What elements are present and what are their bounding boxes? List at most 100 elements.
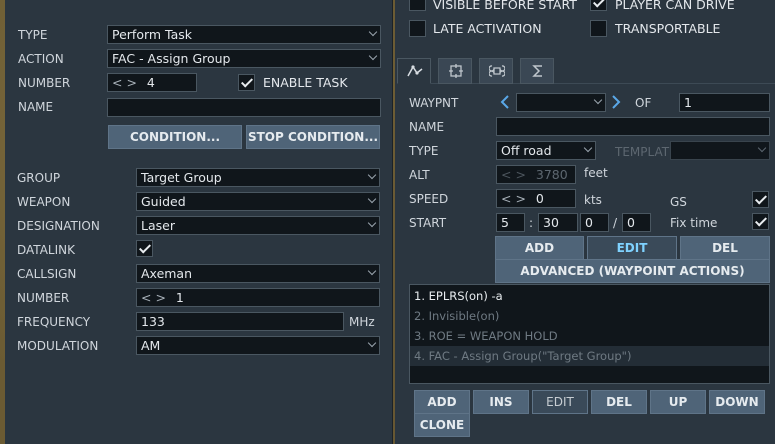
waypoint-label: WAYPNT: [409, 96, 459, 110]
altitude-stepper[interactable]: < > 3780: [496, 165, 576, 184]
waypoint-dropdown[interactable]: [516, 93, 606, 112]
advanced-waypoint-actions-button[interactable]: ADVANCED (WAYPOINT ACTIONS): [495, 259, 770, 283]
action-add-button[interactable]: ADD: [414, 390, 470, 414]
stop-condition-button[interactable]: STOP CONDITION...: [246, 125, 380, 149]
list-item[interactable]: 3. ROE = WEAPON HOLD: [410, 326, 769, 346]
visible-before-start-checkbox[interactable]: [409, 0, 426, 11]
start-day-value: 5: [501, 215, 509, 230]
action-insert-button[interactable]: INS: [473, 390, 529, 414]
modulation-value: AM: [141, 338, 161, 353]
chevron-down-icon: [367, 170, 377, 180]
waypoint-delete-button[interactable]: DEL: [680, 236, 770, 260]
chevron-left-icon: [500, 95, 509, 109]
template-label: TEMPLATE: [615, 145, 677, 159]
chevron-down-icon: [368, 51, 378, 61]
speed-stepper[interactable]: < > 0: [496, 189, 576, 208]
action-up-button[interactable]: UP: [650, 390, 706, 414]
transportable-checkbox[interactable]: [590, 20, 607, 37]
command-icon: [489, 65, 505, 77]
tab-command[interactable]: [479, 58, 513, 84]
stepper-arrows-icon[interactable]: < >: [501, 191, 526, 206]
waypoint-name-field[interactable]: [496, 117, 770, 136]
template-dropdown[interactable]: [670, 141, 770, 160]
modulation-label: MODULATION: [17, 339, 99, 353]
tab-route[interactable]: [397, 58, 431, 84]
task-number-stepper[interactable]: < > 4: [107, 73, 197, 92]
start-hour-field[interactable]: 30: [538, 213, 578, 232]
list-item[interactable]: 1. EPLRS(on) -a: [410, 286, 769, 306]
transportable-label: TRANSPORTABLE: [615, 21, 721, 36]
chevron-down-icon: [367, 338, 377, 348]
sigma-icon: [532, 65, 542, 77]
route-icon: [407, 65, 423, 77]
frequency-value: 133: [141, 314, 165, 329]
waypoint-edit-button[interactable]: EDIT: [587, 236, 677, 260]
visible-before-start-label: VISIBLE BEFORE START: [433, 0, 577, 12]
callsign-number-value: 1: [175, 290, 184, 305]
action-value: FAC - Assign Group: [112, 51, 231, 66]
time-separator: :: [529, 216, 534, 230]
list-item[interactable]: 4. FAC - Assign Group("Target Group"): [410, 346, 769, 366]
callsign-label: CALLSIGN: [17, 267, 77, 281]
gs-checkbox[interactable]: [752, 191, 769, 208]
number-label: NUMBER: [18, 76, 71, 90]
start-second-field[interactable]: 0: [622, 213, 651, 232]
weapon-dropdown[interactable]: Guided: [136, 192, 380, 211]
start-second-value: 0: [627, 215, 635, 230]
chevron-right-icon: [612, 95, 621, 109]
waypoint-type-dropdown[interactable]: Off road: [496, 141, 596, 160]
list-item[interactable]: 2. Invisible(on): [410, 306, 769, 326]
callsign-number-stepper[interactable]: < > 1: [136, 288, 380, 307]
speed-value: 0: [535, 191, 544, 206]
chevron-down-icon: [367, 266, 377, 276]
start-minute-field[interactable]: 0: [580, 213, 609, 232]
action-clone-button[interactable]: CLONE: [414, 413, 470, 437]
fix-time-checkbox[interactable]: [752, 213, 769, 230]
frequency-label: FREQUENCY: [17, 315, 91, 329]
fix-time-label: Fix time: [670, 216, 718, 230]
waypoint-add-button[interactable]: ADD: [495, 236, 584, 260]
stepper-arrows-icon[interactable]: < >: [501, 167, 526, 182]
callsign-dropdown[interactable]: Axeman: [136, 264, 380, 283]
chevron-down-icon: [367, 218, 377, 228]
late-activation-checkbox[interactable]: [409, 20, 426, 37]
datalink-checkbox[interactable]: [136, 240, 153, 257]
frequency-unit: MHz: [349, 315, 375, 329]
task-type-dropdown[interactable]: Perform Task: [107, 25, 381, 44]
task-number-value: 4: [146, 75, 155, 90]
start-minute-value: 0: [585, 215, 593, 230]
stepper-arrows-icon[interactable]: < >: [112, 75, 137, 90]
modulation-dropdown[interactable]: AM: [136, 336, 380, 355]
action-dropdown[interactable]: FAC - Assign Group: [107, 49, 381, 68]
waypoint-count-value: 1: [684, 95, 692, 110]
condition-button[interactable]: CONDITION...: [108, 125, 242, 149]
stepper-arrows-icon[interactable]: < >: [141, 290, 166, 305]
action-delete-button[interactable]: DEL: [591, 390, 647, 414]
frequency-field[interactable]: 133: [136, 312, 344, 331]
designation-label: DESIGNATION: [17, 219, 100, 233]
enable-task-label: ENABLE TASK: [263, 75, 348, 90]
next-waypoint-button[interactable]: [611, 94, 621, 110]
prev-waypoint-button[interactable]: [500, 94, 510, 110]
waypoint-actions-list[interactable]: 1. EPLRS(on) -a 2. Invisible(on) 3. ROE …: [409, 284, 770, 384]
tab-sigma[interactable]: [520, 58, 554, 84]
action-label: ACTION: [18, 52, 64, 66]
task-name-field[interactable]: [107, 98, 381, 117]
enable-task-checkbox[interactable]: [238, 74, 255, 91]
group-value: Target Group: [141, 170, 222, 185]
action-edit-button[interactable]: EDIT: [532, 390, 588, 414]
group-dropdown[interactable]: Target Group: [136, 168, 380, 187]
alt-unit: feet: [584, 166, 608, 180]
action-down-button[interactable]: DOWN: [709, 390, 765, 414]
callsign-value: Axeman: [141, 266, 193, 281]
chevron-down-icon: [367, 194, 377, 204]
waypoint-name-label: NAME: [409, 120, 445, 134]
chevron-down-icon: [368, 27, 378, 37]
player-can-drive-checkbox[interactable]: [590, 0, 607, 11]
name-label: NAME: [18, 100, 54, 114]
start-day-field[interactable]: 5: [496, 213, 525, 232]
type-label: TYPE: [18, 28, 48, 42]
route-tab-bar: [397, 58, 775, 84]
tab-target[interactable]: [438, 58, 472, 84]
designation-dropdown[interactable]: Laser: [136, 216, 380, 235]
